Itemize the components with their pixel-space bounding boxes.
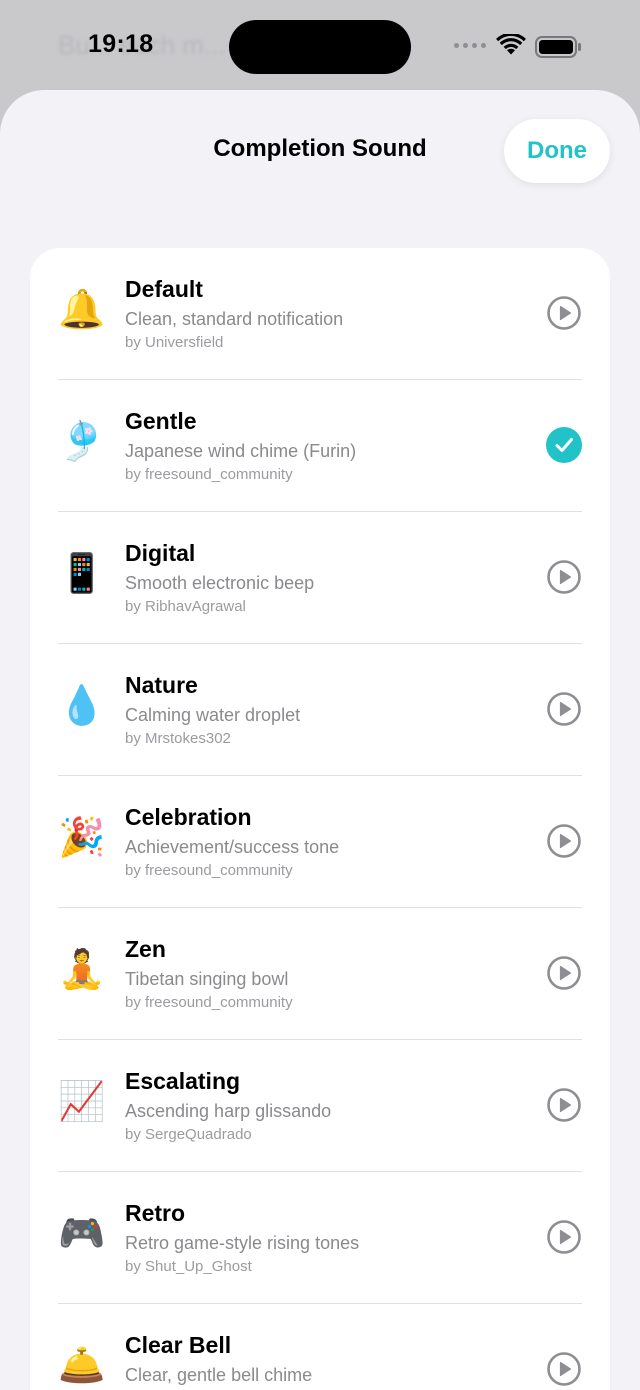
sound-option-row[interactable]: 🧘 Zen Tibetan singing bowl by freesound_com… — [58, 908, 582, 1040]
sound-description: Calming water droplet — [125, 705, 301, 725]
sound-option-row[interactable]: 🎉 Celebration Achievement/success tone by f… — [58, 776, 582, 908]
done-button[interactable]: Done — [504, 119, 610, 183]
status-bar: Bu... each m... 19:18 — [0, 0, 640, 90]
sound-title: Nature — [125, 672, 198, 698]
chart-increasing-icon: 📈 — [58, 1081, 106, 1123]
sound-description: Tibetan singing bowl — [125, 969, 289, 989]
sound-option-row[interactable]: 📱 Digital Smooth electronic beep by RibhavA… — [58, 512, 582, 644]
sound-description: Ascending harp glissando — [125, 1101, 332, 1121]
service-bell-icon: 🛎️ — [58, 1345, 106, 1387]
play-preview-icon[interactable] — [546, 1087, 582, 1123]
sound-title: Retro — [125, 1200, 186, 1226]
sound-title: Escalating — [125, 1068, 241, 1094]
dynamic-island — [229, 20, 411, 74]
play-preview-icon[interactable] — [546, 1351, 582, 1387]
sound-description: Achievement/success tone — [125, 837, 340, 857]
sound-title: Digital — [125, 540, 196, 566]
sound-option-row[interactable]: 🎐 Gentle Japanese wind chime (Furin) by fre… — [58, 380, 582, 512]
play-preview-icon[interactable] — [546, 559, 582, 595]
meditation-icon: 🧘 — [58, 949, 106, 991]
battery-icon — [535, 36, 581, 58]
selected-checkmark-icon — [546, 427, 582, 463]
sound-title: Clear Bell — [125, 1332, 232, 1358]
wifi-icon — [496, 34, 526, 55]
sound-option-row[interactable]: 🔔 Default Clean, standard notification by U… — [58, 248, 582, 380]
cellular-dots-icon — [454, 43, 486, 48]
play-preview-icon[interactable] — [546, 1219, 582, 1255]
sound-author: by RibhavAgrawal — [125, 598, 246, 615]
sound-description: Retro game-style rising tones — [125, 1233, 360, 1253]
sound-author: by Mrstokes302 — [125, 730, 231, 747]
sound-option-row[interactable]: 🛎️Clear BellClear, gentle bell chimeby U… — [58, 1304, 582, 1390]
sound-option-row[interactable]: 💧 Nature Calming water droplet by Mrstokes3… — [58, 644, 582, 776]
sound-title: Celebration — [125, 804, 252, 830]
sound-option-row[interactable]: 📈 Escalating Ascending harp glissando by Se… — [58, 1040, 582, 1172]
sound-author: by freesound_community — [125, 466, 293, 483]
game-controller-icon: 🎮 — [58, 1213, 106, 1255]
sound-description: Japanese wind chime (Furin) — [125, 441, 357, 461]
sound-author: by Universfield — [125, 334, 224, 351]
sound-title: Default — [125, 276, 203, 302]
sound-author: by freesound_community — [125, 862, 293, 879]
sound-list: 🔔 Default Clean, standard notification by U… — [30, 248, 610, 1390]
play-preview-icon[interactable] — [546, 691, 582, 727]
sound-description: Clean, standard notification — [125, 309, 344, 329]
wind-chime-icon: 🎐 — [58, 421, 106, 463]
phone-icon: 📱 — [58, 553, 106, 595]
completion-sound-sheet: Completion Sound Done 🔔 Default Clean, sta… — [0, 90, 640, 1390]
sound-author: by SergeQuadrado — [125, 1126, 252, 1143]
sound-author: by freesound_community — [125, 994, 293, 1011]
party-popper-icon: 🎉 — [58, 817, 106, 859]
sound-title: Zen — [125, 936, 166, 962]
sound-description: Smooth electronic beep — [125, 573, 315, 593]
sound-description: Clear, gentle bell chime — [125, 1365, 313, 1385]
play-preview-icon[interactable] — [546, 295, 582, 331]
play-preview-icon[interactable] — [546, 955, 582, 991]
bell-icon: 🔔 — [58, 289, 106, 331]
sound-author: by Shut_Up_Ghost — [125, 1258, 252, 1275]
status-time: 19:18 — [88, 30, 154, 58]
play-preview-icon[interactable] — [546, 823, 582, 859]
droplet-icon: 💧 — [58, 685, 106, 727]
sound-title: Gentle — [125, 408, 197, 434]
sound-option-row[interactable]: 🎮 Retro Retro game-style rising tones by Sh… — [58, 1172, 582, 1304]
